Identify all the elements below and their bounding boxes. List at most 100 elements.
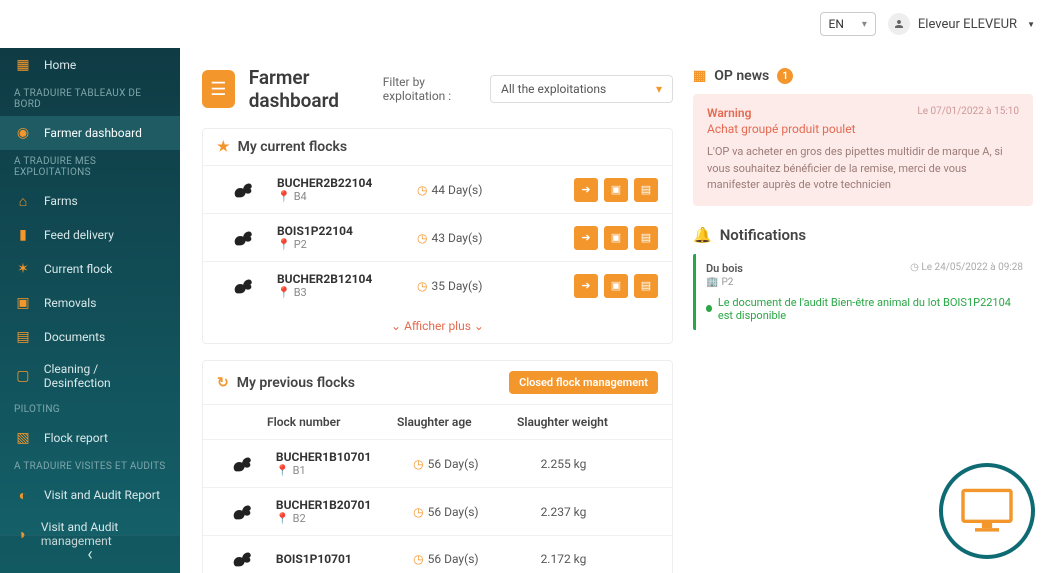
cleaning-icon: ▢ bbox=[14, 367, 32, 385]
flock-row[interactable]: BOIS1P22104 📍P2 ◷43 Day(s) ➜ ▣ ▤ bbox=[203, 213, 672, 261]
sidebar-item-home[interactable]: ▦ Home bbox=[0, 48, 180, 82]
table-row[interactable]: BUCHER1B10701 📍B1 ◷56 Day(s) 2.255 kg bbox=[203, 439, 672, 487]
language-value: EN bbox=[829, 17, 844, 31]
grid-icon: ▦ bbox=[14, 56, 32, 74]
history-icon: ↻ bbox=[217, 375, 229, 391]
show-more-label: Afficher plus bbox=[404, 319, 471, 333]
flock-name: BOIS1P22104 bbox=[277, 224, 407, 238]
flock-age: 43 Day(s) bbox=[431, 231, 482, 245]
chevron-down-icon: ▾ bbox=[656, 82, 662, 96]
flock-row[interactable]: BUCHER2B12104 📍B3 ◷35 Day(s) ➜ ▣ ▤ bbox=[203, 261, 672, 309]
sidebar-item-farms[interactable]: ⌂ Farms bbox=[0, 184, 180, 218]
notification-date: Le 24/05/2022 à 09:28 bbox=[921, 262, 1023, 273]
enter-icon: ➜ bbox=[581, 279, 590, 292]
support-fab[interactable] bbox=[939, 463, 1035, 559]
sidebar-item-documents[interactable]: ▤ Documents bbox=[0, 320, 180, 354]
clock-icon: ◷ bbox=[417, 183, 427, 197]
image-icon: ▣ bbox=[611, 279, 621, 292]
flock-name: BUCHER1B20701 bbox=[276, 498, 403, 512]
sidebar-section: A TRADUIRE TABLEAUX DE BORD bbox=[0, 82, 180, 116]
sidebar-item-cleaning[interactable]: ▢ Cleaning / Desinfection bbox=[0, 354, 180, 398]
enter-icon: ➜ bbox=[581, 183, 590, 196]
doc-icon: ▤ bbox=[641, 183, 651, 196]
exploitation-filter[interactable]: All the exploitations ▾ bbox=[490, 75, 673, 103]
pie-icon: ◐ bbox=[14, 486, 32, 504]
hamburger-button[interactable]: ☰ bbox=[202, 70, 235, 108]
chicken-icon bbox=[217, 499, 266, 525]
show-more-button[interactable]: ⌄ Afficher plus ⌄ bbox=[203, 309, 672, 343]
sidebar-item-label: Visit and Audit Report bbox=[44, 488, 160, 502]
action-enter-button[interactable]: ➜ bbox=[574, 226, 598, 250]
clock-icon: ◷ bbox=[413, 457, 423, 471]
sidebar-item-feed-delivery[interactable]: ▮ Feed delivery bbox=[0, 218, 180, 252]
chevron-left-icon: ‹ bbox=[87, 544, 92, 565]
action-gallery-button[interactable]: ▣ bbox=[604, 178, 628, 202]
action-doc-button[interactable]: ▤ bbox=[634, 226, 658, 250]
notification-item[interactable]: Du bois ◷ Le 24/05/2022 à 09:28 🏢P2 Le d… bbox=[693, 254, 1033, 330]
news-body: L'OP va acheter en gros des pipettes mul… bbox=[707, 144, 1019, 194]
notification-message: Le document de l'audit Bien-être animal … bbox=[718, 296, 1023, 322]
flock-name: BUCHER2B22104 bbox=[277, 176, 407, 190]
slaughter-weight: 2.172 kg bbox=[541, 552, 658, 566]
action-doc-button[interactable]: ▤ bbox=[634, 178, 658, 202]
sidebar-item-flock-report[interactable]: ▧ Flock report bbox=[0, 421, 180, 455]
hamburger-icon: ☰ bbox=[210, 79, 226, 100]
notifications-heading: 🔔 Notifications bbox=[693, 220, 1033, 254]
flock-icon: ✶ bbox=[14, 260, 32, 278]
monitor-icon bbox=[959, 487, 1015, 535]
card-title: My previous flocks bbox=[237, 375, 355, 391]
doc-icon: ▤ bbox=[641, 231, 651, 244]
dashboard-icon: ◉ bbox=[14, 124, 32, 142]
feed-icon: ▮ bbox=[14, 226, 32, 244]
flock-name: BUCHER2B12104 bbox=[277, 272, 407, 286]
sidebar-item-label: Removals bbox=[44, 296, 96, 310]
slaughter-age: 56 Day(s) bbox=[428, 552, 479, 566]
action-doc-button[interactable]: ▤ bbox=[634, 274, 658, 298]
language-selector[interactable]: EN ▾ bbox=[820, 12, 876, 36]
op-news-label: OP news bbox=[714, 68, 769, 84]
op-news-heading: ▦ OP news 1 bbox=[693, 66, 1033, 94]
status-dot-icon bbox=[706, 305, 712, 312]
building-icon: 🏢 bbox=[706, 277, 718, 288]
enter-icon: ➜ bbox=[581, 231, 590, 244]
notifications-label: Notifications bbox=[720, 226, 806, 244]
news-item[interactable]: Warning Le 07/01/2022 à 15:10 Achat grou… bbox=[693, 94, 1033, 206]
sidebar-item-visit-audit-report[interactable]: ◐ Visit and Audit Report bbox=[0, 478, 180, 512]
flock-name: BUCHER1B10701 bbox=[276, 450, 403, 464]
flock-age: 44 Day(s) bbox=[431, 183, 482, 197]
table-row[interactable]: BOIS1P10701 ◷56 Day(s) 2.172 kg bbox=[203, 535, 672, 573]
sidebar-item-label: Documents bbox=[44, 330, 105, 344]
flock-row[interactable]: BUCHER2B22104 📍B4 ◷44 Day(s) ➜ ▣ ▤ bbox=[203, 165, 672, 213]
sidebar-section: A TRADUIRE MES EXPLOITATIONS bbox=[0, 150, 180, 184]
action-enter-button[interactable]: ➜ bbox=[574, 178, 598, 202]
action-enter-button[interactable]: ➜ bbox=[574, 274, 598, 298]
col-slaughter-weight: Slaughter weight bbox=[517, 415, 637, 429]
user-menu[interactable]: Eleveur ELEVEUR ▼ bbox=[888, 13, 1035, 35]
sidebar-item-removals[interactable]: ▣ Removals bbox=[0, 286, 180, 320]
pin-icon: 📍 bbox=[277, 190, 291, 203]
report-icon: ▧ bbox=[14, 429, 32, 447]
previous-flocks-card: ↻ My previous flocks Closed flock manage… bbox=[202, 360, 673, 573]
star-icon: ★ bbox=[217, 139, 230, 155]
filter-label: Filter by exploitation : bbox=[383, 75, 480, 103]
action-gallery-button[interactable]: ▣ bbox=[604, 226, 628, 250]
col-slaughter-age: Slaughter age bbox=[397, 415, 517, 429]
sidebar-collapse[interactable]: ‹ bbox=[0, 535, 180, 573]
action-gallery-button[interactable]: ▣ bbox=[604, 274, 628, 298]
clock-icon: ◷ bbox=[413, 505, 423, 519]
notification-building: P2 bbox=[721, 277, 733, 288]
page-title: Farmer dashboard bbox=[249, 66, 383, 112]
chevron-down-icon: ▾ bbox=[862, 19, 867, 30]
closed-flock-mgmt-button[interactable]: Closed flock management bbox=[509, 371, 658, 394]
table-row[interactable]: BUCHER1B20701 📍B2 ◷56 Day(s) 2.237 kg bbox=[203, 487, 672, 535]
card-title: My current flocks bbox=[238, 139, 348, 155]
slaughter-weight: 2.237 kg bbox=[541, 505, 658, 519]
sidebar-item-farmer-dashboard[interactable]: ◉ Farmer dashboard bbox=[0, 116, 180, 150]
sidebar-item-current-flock[interactable]: ✶ Current flock bbox=[0, 252, 180, 286]
topbar: EN ▾ Eleveur ELEVEUR ▼ bbox=[0, 0, 1055, 48]
flock-building: B3 bbox=[294, 286, 307, 299]
sidebar-item-label: Farms bbox=[44, 194, 78, 208]
flock-age: 35 Day(s) bbox=[431, 279, 482, 293]
pin-icon: 📍 bbox=[276, 464, 290, 477]
clock-icon: ◷ bbox=[417, 231, 427, 245]
